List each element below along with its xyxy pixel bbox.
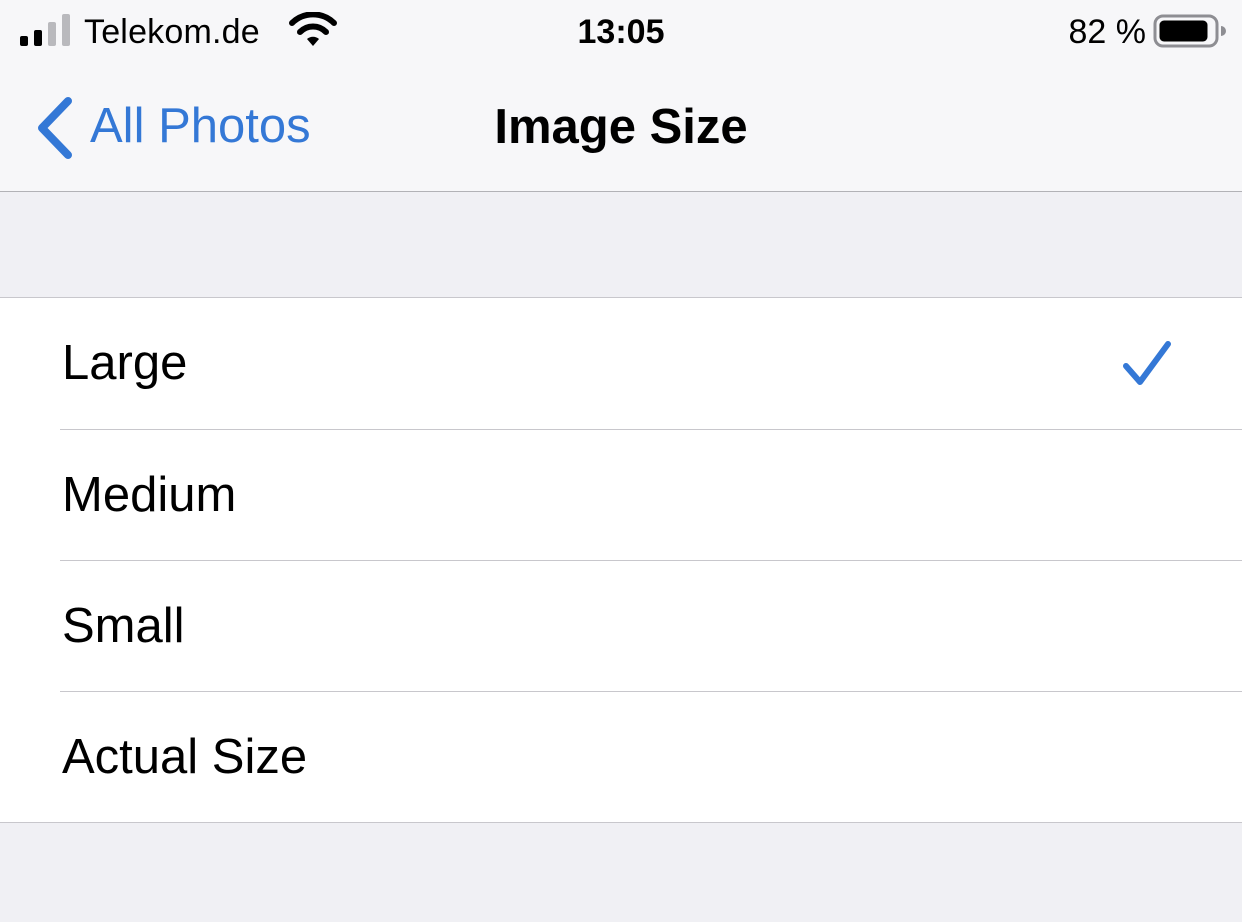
image-size-options-list: Large Medium Small Actual Size — [0, 297, 1242, 823]
status-time: 13:05 — [577, 13, 665, 51]
option-label: Large — [62, 336, 188, 390]
option-row-medium[interactable]: Medium — [0, 429, 1242, 560]
battery-icon — [1153, 14, 1226, 48]
option-row-content: Medium — [60, 429, 1242, 560]
option-row-content: Small — [60, 560, 1242, 691]
chevron-left-icon — [38, 96, 72, 159]
back-button-label: All Photos — [90, 98, 311, 153]
battery-percentage: 82 % — [1068, 13, 1147, 51]
option-label: Medium — [62, 468, 237, 522]
top-chrome: Telekom.de 13:05 82 % All Photos Image S… — [0, 0, 1242, 192]
status-bar: Telekom.de 13:05 82 % — [0, 0, 1242, 64]
option-row-content: Large — [60, 298, 1242, 429]
checkmark-icon — [1123, 341, 1171, 385]
back-button[interactable]: All Photos — [30, 64, 311, 191]
option-label: Actual Size — [62, 730, 308, 784]
navigation-bar: All Photos Image Size — [0, 64, 1242, 191]
option-row-small[interactable]: Small — [0, 560, 1242, 691]
option-label: Small — [62, 599, 185, 653]
option-row-actual-size[interactable]: Actual Size — [0, 691, 1242, 822]
option-row-content: Actual Size — [60, 691, 1242, 822]
option-row-large[interactable]: Large — [0, 298, 1242, 429]
